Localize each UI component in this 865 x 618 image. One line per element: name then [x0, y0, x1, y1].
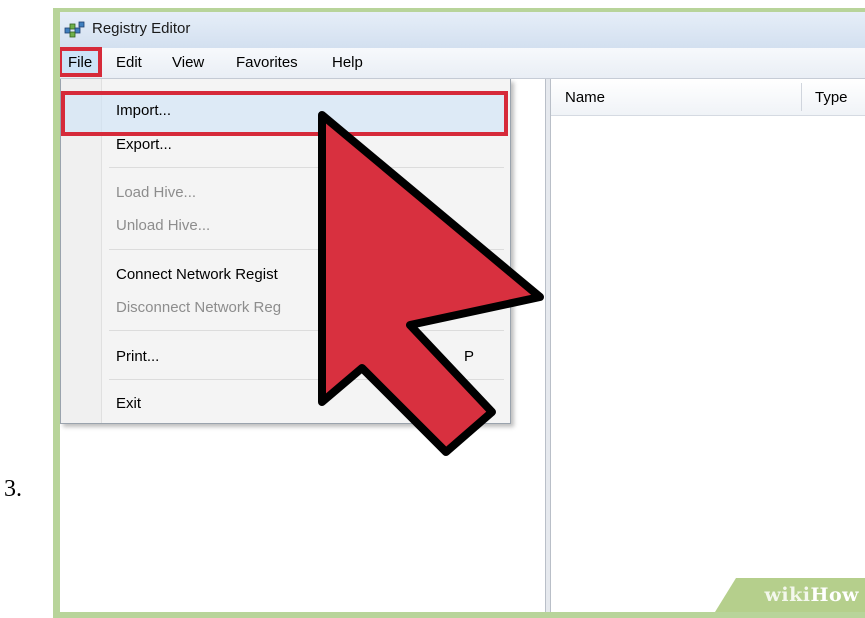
menu-item-exit[interactable]: Exit — [116, 395, 141, 412]
registry-icon — [64, 21, 85, 38]
column-name[interactable]: Name — [565, 89, 605, 106]
menu-help[interactable]: Help — [332, 54, 363, 71]
menu-favorites[interactable]: Favorites — [236, 54, 298, 71]
menu-item-disconnect-network-registry: Disconnect Network Reg — [116, 299, 282, 316]
menu-separator — [109, 167, 504, 168]
watermark-prefix: wiki — [764, 584, 811, 606]
column-type[interactable]: Type — [815, 89, 848, 106]
registry-editor-window: Registry Editor File Edit View Favorites… — [60, 12, 865, 612]
menu-view[interactable]: View — [172, 54, 204, 71]
file-menu-dropdown: Import... Export... Load Hive... Unload … — [60, 79, 511, 424]
window-title: Registry Editor — [92, 20, 191, 37]
menu-file[interactable]: File — [68, 54, 92, 71]
menu-separator — [109, 330, 504, 331]
menu-item-print[interactable]: Print... — [116, 348, 159, 365]
column-divider[interactable] — [801, 83, 802, 111]
menu-item-import[interactable]: Import... — [116, 102, 171, 119]
menu-separator — [109, 249, 504, 250]
print-shortcut: P — [464, 348, 475, 365]
menu-item-unload-hive: Unload Hive... — [116, 217, 211, 234]
menu-bar: File Edit View Favorites Help — [60, 47, 865, 79]
wikihow-watermark: wikiHow — [715, 578, 865, 612]
menu-edit[interactable]: Edit — [116, 54, 142, 71]
watermark-text: wikiHow — [765, 584, 859, 606]
step-number: 3. — [4, 476, 22, 502]
menu-item-export[interactable]: Export... — [116, 136, 172, 153]
menu-item-load-hive: Load Hive... — [116, 184, 197, 201]
title-bar[interactable]: Registry Editor — [60, 12, 865, 48]
column-header: Name Type — [551, 79, 865, 116]
watermark-suffix: How — [810, 584, 859, 606]
values-pane[interactable]: Name Type — [551, 79, 865, 612]
menu-item-connect-network-registry[interactable]: Connect Network Regist — [116, 266, 278, 283]
menu-separator — [109, 379, 504, 380]
